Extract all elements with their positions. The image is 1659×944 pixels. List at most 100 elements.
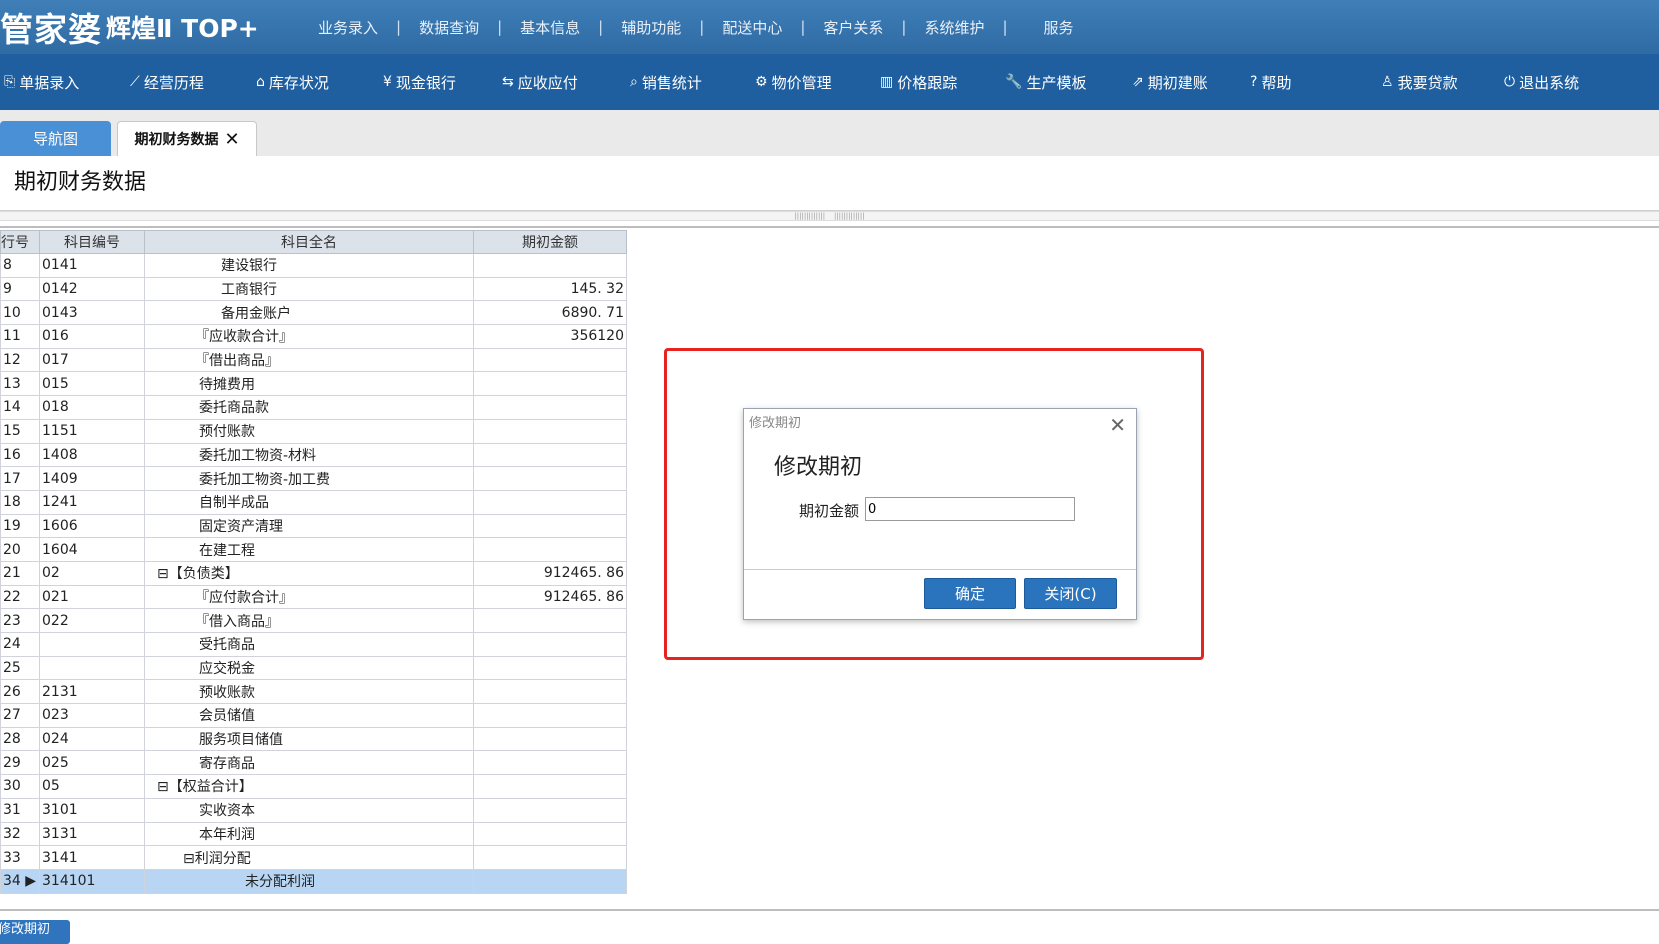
table-row[interactable]: 28 024 服务项目储值	[0, 726, 627, 752]
cell-name[interactable]: 服务项目储值	[144, 726, 474, 752]
table-row[interactable]: 19 1606 固定资产清理	[0, 513, 627, 539]
cell-amount[interactable]	[473, 632, 627, 657]
cell-code[interactable]: 05	[39, 774, 145, 799]
toolbar-price-management[interactable]: ⚙ 物价管理	[755, 54, 832, 110]
cell-amount[interactable]	[473, 418, 627, 444]
table-row[interactable]: 34 ▶ 314101 未分配利润	[0, 868, 627, 894]
top-menu-item-crm[interactable]: 客户关系	[823, 17, 883, 38]
cell-name[interactable]: 会员储值	[144, 703, 474, 728]
cell-row-no[interactable]: 17	[0, 466, 40, 491]
cell-name[interactable]: 『借入商品』	[144, 608, 474, 633]
table-row[interactable]: 16 1408 委托加工物资-材料	[0, 442, 627, 468]
cell-row-no[interactable]: 30	[0, 774, 40, 799]
cell-code[interactable]: 1408	[39, 442, 145, 468]
cell-row-no[interactable]: 29	[0, 750, 40, 776]
cell-amount[interactable]	[473, 868, 627, 894]
cell-amount[interactable]	[473, 442, 627, 468]
table-row[interactable]: 17 1409 委托加工物资-加工费	[0, 466, 627, 491]
table-row[interactable]: 31 3101 实收资本	[0, 797, 627, 823]
table-row[interactable]: 22 021 『应付款合计』 912465. 86	[0, 584, 627, 610]
cell-row-no[interactable]: 8	[0, 253, 40, 278]
cell-amount[interactable]	[473, 489, 627, 515]
cell-name[interactable]: ⊟利润分配	[144, 845, 474, 870]
cell-row-no[interactable]: 21	[0, 560, 40, 586]
cell-row-no[interactable]: 33	[0, 845, 40, 870]
cell-name[interactable]: ⊟【负债类】	[144, 560, 474, 586]
cell-amount[interactable]	[473, 347, 627, 373]
cell-name[interactable]: 建设银行	[144, 253, 474, 278]
cell-name[interactable]: 受托商品	[144, 632, 474, 657]
cell-name[interactable]: 寄存商品	[144, 750, 474, 776]
cell-row-no[interactable]: 26	[0, 679, 40, 705]
cell-amount[interactable]: 912465. 86	[473, 584, 627, 610]
table-row[interactable]: 26 2131 预收账款	[0, 679, 627, 705]
cell-amount[interactable]	[473, 845, 627, 870]
table-row[interactable]: 8 0141 建设银行	[0, 253, 627, 278]
edit-opening-button[interactable]: 修改期初	[0, 920, 70, 944]
table-row[interactable]: 12 017 『借出商品』	[0, 347, 627, 373]
cell-amount[interactable]	[473, 679, 627, 705]
cell-code[interactable]: 3131	[39, 821, 145, 847]
cell-row-no[interactable]: 18	[0, 489, 40, 515]
cell-name[interactable]: 未分配利润	[144, 868, 474, 894]
cell-amount[interactable]	[473, 750, 627, 776]
toolbar-price-tracking[interactable]: ▥ 价格跟踪	[880, 54, 957, 110]
top-menu-item-maintenance[interactable]: 系统维护	[924, 17, 984, 38]
cell-code[interactable]: 0143	[39, 300, 145, 326]
cell-code[interactable]: 1606	[39, 513, 145, 539]
cell-code[interactable]: 023	[39, 703, 145, 728]
cell-row-no[interactable]: 22	[0, 584, 40, 610]
cell-name[interactable]: 本年利润	[144, 821, 474, 847]
cell-amount[interactable]: 912465. 86	[473, 560, 627, 586]
toolbar-voucher-entry[interactable]: ⎘ 单据录入	[4, 54, 79, 110]
close-icon[interactable]: ✕	[1109, 413, 1126, 437]
cell-code[interactable]: 0141	[39, 253, 145, 278]
table-row[interactable]: 27 023 会员储值	[0, 703, 627, 728]
cell-name[interactable]: 『应付款合计』	[144, 584, 474, 610]
toolbar-production-template[interactable]: 🔧 生产模板	[1005, 54, 1086, 110]
toolbar-exit[interactable]: ⏻ 退出系统	[1504, 54, 1579, 110]
cell-name[interactable]: 待摊费用	[144, 371, 474, 397]
cell-name[interactable]: 备用金账户	[144, 300, 474, 326]
top-menu-item-business[interactable]: 业务录入	[318, 17, 378, 38]
table-row[interactable]: 10 0143 备用金账户 6890. 71	[0, 300, 627, 326]
column-header-code[interactable]: 科目编号	[39, 230, 145, 254]
cell-row-no[interactable]: 27	[0, 703, 40, 728]
cell-amount[interactable]	[473, 466, 627, 491]
cell-amount[interactable]: 145. 32	[473, 276, 627, 302]
cell-amount[interactable]	[473, 513, 627, 539]
cell-code[interactable]: 016	[39, 324, 145, 349]
toolbar-help[interactable]: ? 帮助	[1250, 54, 1291, 110]
cell-code[interactable]: 025	[39, 750, 145, 776]
top-menu-item-aux[interactable]: 辅助功能	[621, 17, 681, 38]
cell-name[interactable]: 自制半成品	[144, 489, 474, 515]
close-icon[interactable]: ✕	[224, 129, 239, 150]
cell-name[interactable]: 预收账款	[144, 679, 474, 705]
cell-code[interactable]: 024	[39, 726, 145, 752]
cell-code[interactable]: 1409	[39, 466, 145, 491]
table-row[interactable]: 9 0142 工商银行 145. 32	[0, 276, 627, 302]
close-button[interactable]: 关闭(C)	[1024, 578, 1117, 609]
cell-code[interactable]	[39, 655, 145, 681]
column-header-amount[interactable]: 期初金额	[473, 230, 627, 254]
table-row[interactable]: 23 022 『借入商品』	[0, 608, 627, 633]
cell-amount[interactable]	[473, 797, 627, 823]
cell-amount[interactable]	[473, 608, 627, 633]
cell-code[interactable]: 0142	[39, 276, 145, 302]
cell-amount[interactable]	[473, 655, 627, 681]
cell-amount[interactable]	[473, 774, 627, 799]
cell-row-no[interactable]: 15	[0, 418, 40, 444]
table-row[interactable]: 24 受托商品	[0, 632, 627, 657]
cell-code[interactable]: 021	[39, 584, 145, 610]
cell-row-no[interactable]: 14	[0, 395, 40, 420]
table-row[interactable]: 29 025 寄存商品	[0, 750, 627, 776]
cell-row-no[interactable]: 24	[0, 632, 40, 657]
cell-amount[interactable]	[473, 821, 627, 847]
cell-amount[interactable]	[473, 726, 627, 752]
cell-name[interactable]: 实收资本	[144, 797, 474, 823]
opening-amount-input[interactable]	[865, 497, 1075, 521]
table-row[interactable]: 14 018 委托商品款	[0, 395, 627, 420]
cell-row-no[interactable]: 11	[0, 324, 40, 349]
cell-name[interactable]: 预付账款	[144, 418, 474, 444]
cell-row-no[interactable]: 31	[0, 797, 40, 823]
